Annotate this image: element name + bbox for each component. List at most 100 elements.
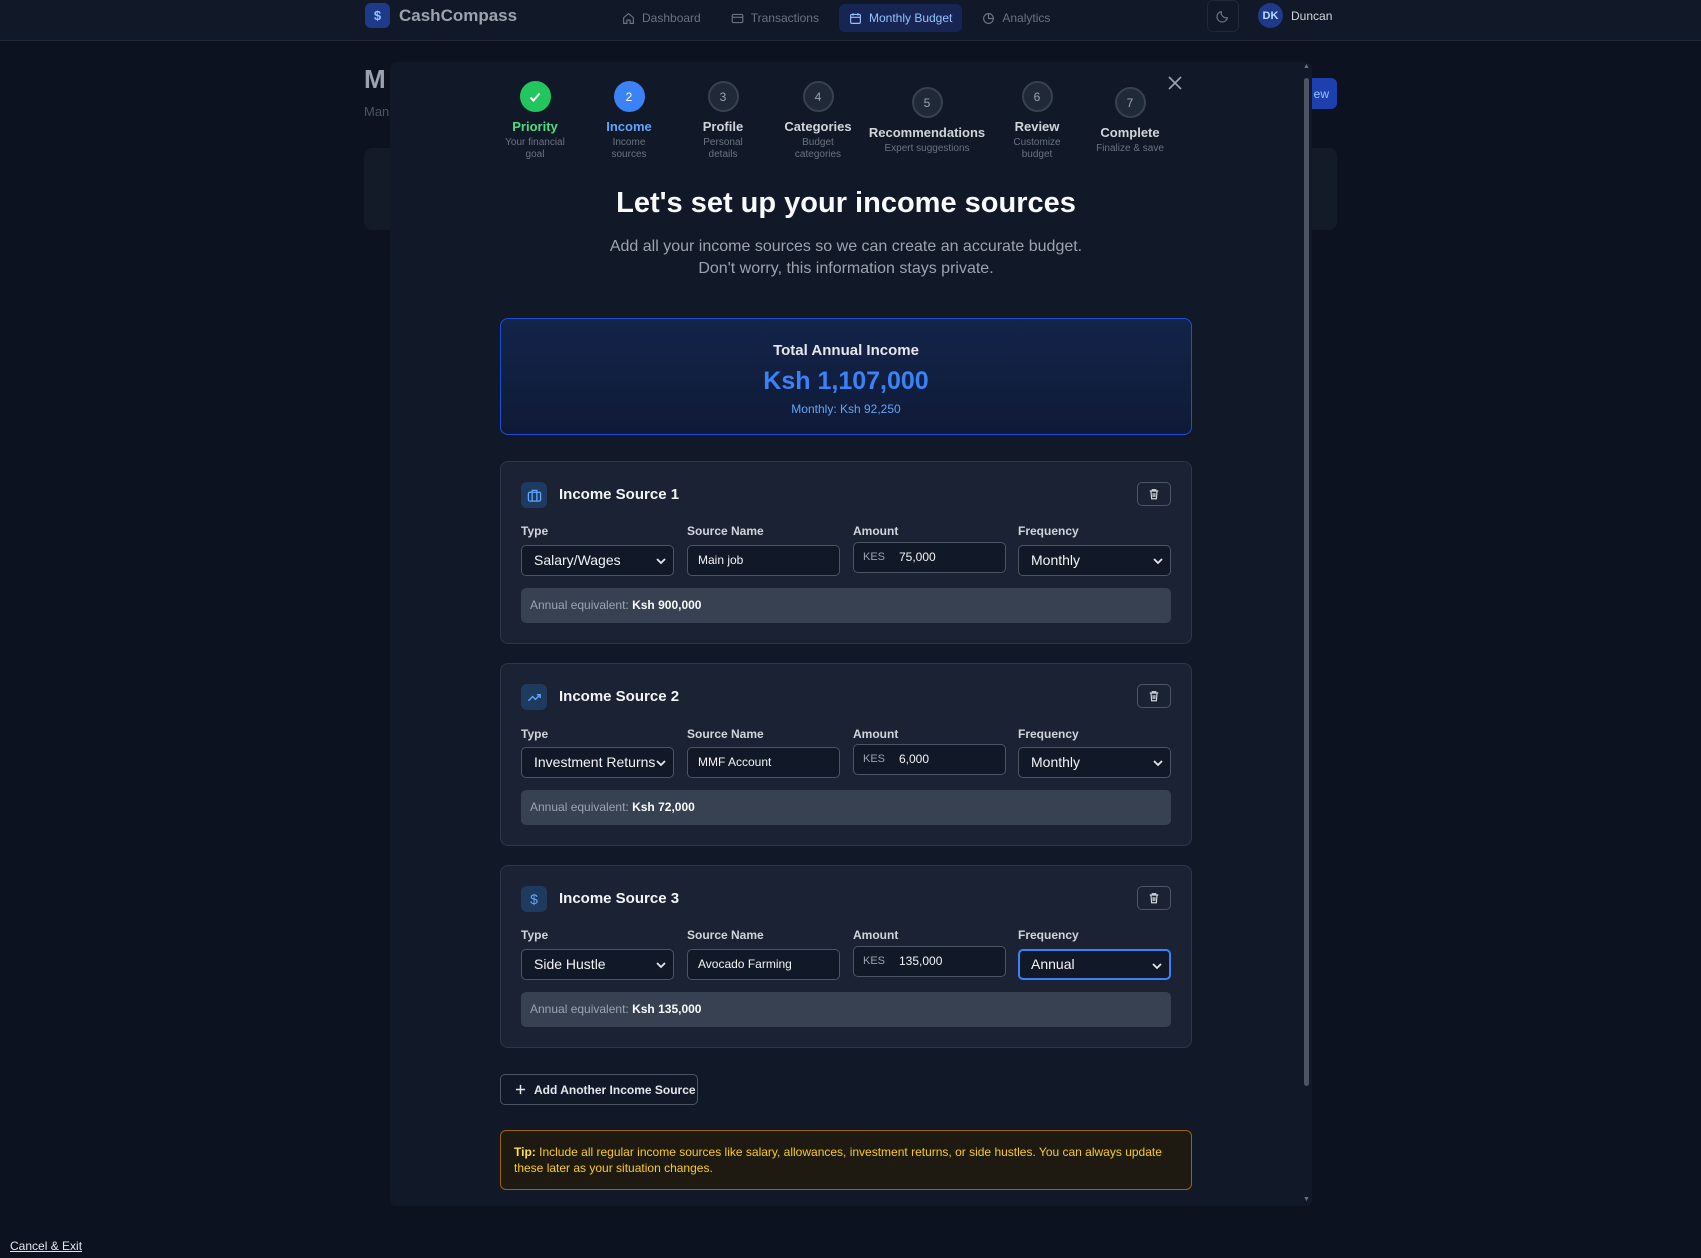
income-source-title: Income Source 1 bbox=[559, 486, 680, 503]
add-income-source-button[interactable]: Add Another Income Source bbox=[500, 1074, 698, 1105]
source-name-input[interactable]: MMF Account bbox=[687, 747, 840, 778]
frequency-label: Frequency bbox=[1018, 928, 1079, 942]
total-income-card: Total Annual Income Ksh 1,107,000 Monthl… bbox=[500, 318, 1192, 435]
step-label: Complete bbox=[1100, 125, 1160, 140]
card-icon bbox=[731, 13, 744, 23]
frequency-select[interactable]: Annual bbox=[1018, 949, 1171, 980]
amount-value: 6,000 bbox=[899, 752, 930, 766]
dollar-logo-icon: $ bbox=[365, 3, 390, 28]
tip-label: Tip: bbox=[514, 1145, 536, 1159]
delete-source-button[interactable] bbox=[1137, 482, 1171, 506]
step-label: Categories bbox=[784, 119, 852, 134]
chevron-down-icon bbox=[656, 962, 666, 969]
currency-prefix: KES bbox=[863, 753, 886, 765]
amount-label: Amount bbox=[853, 524, 899, 538]
calendar-icon bbox=[850, 12, 861, 24]
brand[interactable]: $ CashCompass bbox=[365, 3, 517, 28]
annual-prefix: Annual equivalent: bbox=[530, 800, 629, 814]
income-source-title: Income Source 3 bbox=[559, 890, 680, 907]
type-select[interactable]: Investment Returns bbox=[521, 747, 674, 778]
scroll-up-arrow[interactable]: ▲ bbox=[1303, 63, 1310, 70]
frequency-select-value: Annual bbox=[1031, 956, 1075, 972]
tip-text: Include all regular income sources like … bbox=[514, 1145, 1162, 1175]
step-recommendations[interactable]: 5 Recommendations Expert suggestions bbox=[867, 87, 987, 155]
type-select[interactable]: Side Hustle bbox=[521, 949, 674, 980]
cancel-exit-link[interactable]: Cancel & Exit bbox=[10, 1239, 82, 1253]
chevron-down-icon bbox=[656, 558, 666, 565]
step-profile[interactable]: 3 Profile Personal details bbox=[668, 81, 778, 161]
amount-label: Amount bbox=[853, 928, 899, 942]
background-page-subtitle: Man bbox=[364, 104, 390, 119]
total-income-label: Total Annual Income bbox=[773, 342, 919, 359]
annual-equivalent: Annual equivalent: Ksh 72,000 bbox=[521, 790, 1171, 825]
avatar: DK bbox=[1258, 3, 1283, 28]
user-menu[interactable]: DK Duncan bbox=[1258, 3, 1332, 28]
step-desc: Finalize & save bbox=[1096, 143, 1164, 154]
main-nav: Dashboard Transactions Monthly Budget An… bbox=[612, 4, 1060, 32]
step-label: Profile bbox=[702, 119, 744, 134]
nav-label: Transactions bbox=[750, 11, 819, 25]
frequency-label: Frequency bbox=[1018, 524, 1079, 538]
nav-dashboard[interactable]: Dashboard bbox=[612, 4, 711, 32]
frequency-select[interactable]: Monthly bbox=[1018, 545, 1171, 576]
amount-input[interactable]: KES 6,000 bbox=[853, 744, 1006, 775]
amount-input[interactable]: KES 135,000 bbox=[853, 946, 1006, 977]
chevron-down-icon bbox=[1152, 963, 1162, 970]
scroll-down-arrow[interactable]: ▼ bbox=[1303, 1196, 1310, 1203]
step-categories[interactable]: 4 Categories Budget categories bbox=[763, 81, 873, 161]
trash-icon bbox=[1149, 489, 1159, 500]
step-desc: Budget categories bbox=[794, 137, 842, 160]
amount-input[interactable]: KES 75,000 bbox=[853, 542, 1006, 573]
modal-scrollbar-thumb[interactable] bbox=[1304, 78, 1309, 1086]
type-label: Type bbox=[521, 727, 549, 741]
income-source-card: Income Source 2 Type Source Name Amount … bbox=[500, 663, 1192, 846]
source-name-label: Source Name bbox=[687, 524, 764, 538]
nav-transactions[interactable]: Transactions bbox=[721, 4, 829, 32]
step-desc: Expert suggestions bbox=[884, 143, 970, 154]
step-complete[interactable]: 7 Complete Finalize & save bbox=[1075, 87, 1185, 155]
trending-up-icon bbox=[521, 684, 547, 710]
brand-name: CashCompass bbox=[399, 5, 518, 25]
type-select[interactable]: Salary/Wages bbox=[521, 545, 674, 576]
theme-toggle-button[interactable] bbox=[1207, 0, 1239, 32]
step-number: 7 bbox=[1114, 87, 1146, 118]
chevron-down-icon bbox=[1153, 558, 1163, 565]
currency-prefix: KES bbox=[863, 551, 886, 563]
frequency-select[interactable]: Monthly bbox=[1018, 747, 1171, 778]
delete-source-button[interactable] bbox=[1137, 886, 1171, 910]
type-label: Type bbox=[521, 928, 549, 942]
dollar-icon: $ bbox=[521, 886, 547, 912]
page-title: Let's set up your income sources bbox=[616, 187, 1076, 219]
annual-value: Ksh 72,000 bbox=[632, 800, 695, 814]
check-icon bbox=[519, 81, 551, 112]
add-income-source-label: Add Another Income Source bbox=[534, 1082, 696, 1097]
home-icon bbox=[623, 12, 634, 24]
step-number: 4 bbox=[802, 81, 834, 112]
annual-equivalent: Annual equivalent: Ksh 900,000 bbox=[521, 588, 1171, 623]
source-name-input[interactable]: Main job bbox=[687, 545, 840, 576]
nav-label: Analytics bbox=[1002, 11, 1051, 25]
amount-value: 135,000 bbox=[899, 954, 943, 968]
type-select-value: Salary/Wages bbox=[534, 552, 621, 568]
monthly-income-value: Monthly: Ksh 92,250 bbox=[791, 402, 901, 416]
type-label: Type bbox=[521, 524, 549, 538]
step-desc: Personal details bbox=[703, 137, 743, 160]
chevron-down-icon bbox=[1153, 760, 1163, 767]
income-source-title: Income Source 2 bbox=[559, 688, 680, 705]
nav-label: Monthly Budget bbox=[868, 11, 953, 25]
annual-value: Ksh 900,000 bbox=[632, 598, 702, 612]
delete-source-button[interactable] bbox=[1137, 684, 1171, 708]
nav-monthly-budget[interactable]: Monthly Budget bbox=[838, 4, 963, 32]
step-number: 6 bbox=[1021, 81, 1053, 112]
moon-icon bbox=[1216, 10, 1229, 23]
currency-prefix: KES bbox=[863, 955, 886, 967]
step-number: 5 bbox=[911, 87, 943, 118]
annual-equivalent: Annual equivalent: Ksh 135,000 bbox=[521, 992, 1171, 1027]
step-label: Recommendations bbox=[868, 125, 986, 140]
total-income-value: Ksh 1,107,000 bbox=[763, 367, 929, 395]
source-name-input[interactable]: Avocado Farming bbox=[687, 949, 840, 980]
plus-icon bbox=[515, 1084, 526, 1095]
source-name-label: Source Name bbox=[687, 727, 764, 741]
nav-analytics[interactable]: Analytics bbox=[972, 4, 1060, 32]
subtitle-line-1: Add all your income sources so we can cr… bbox=[609, 238, 1083, 255]
